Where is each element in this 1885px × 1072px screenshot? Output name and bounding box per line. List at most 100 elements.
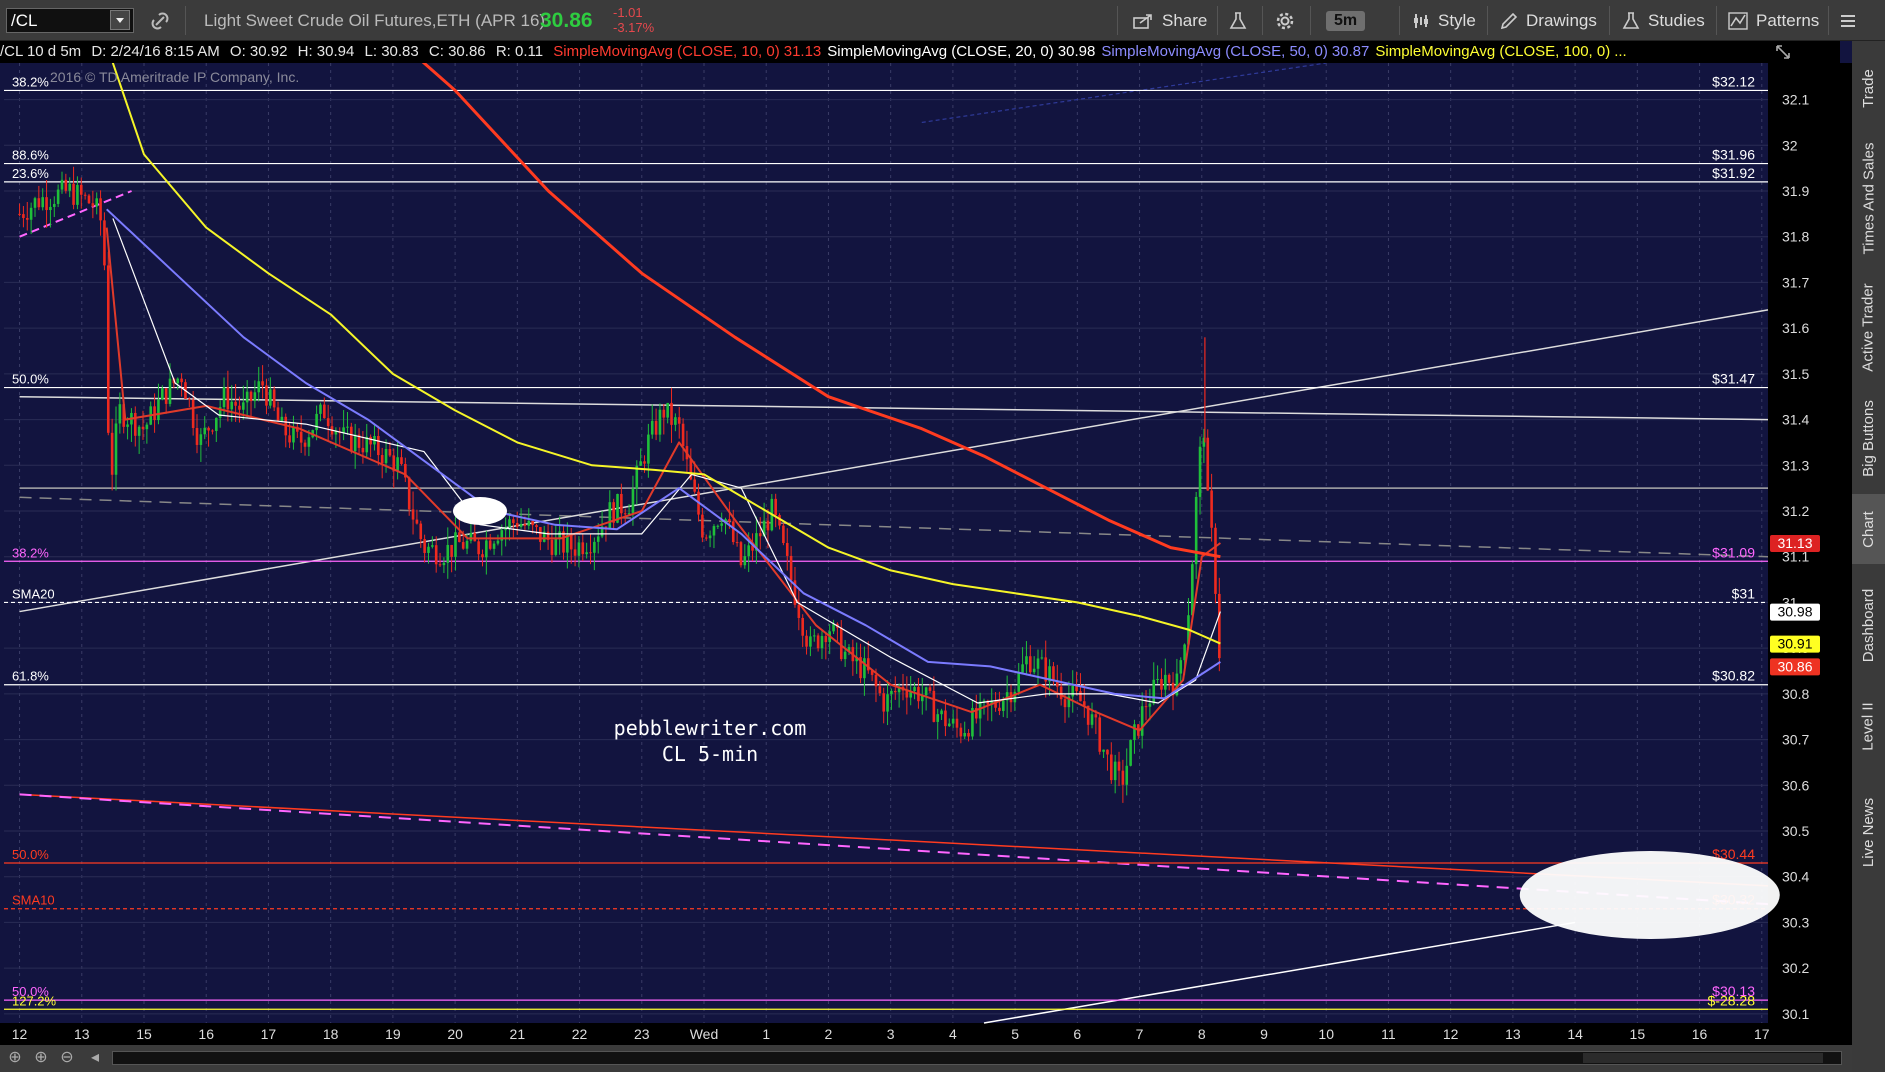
candle-body: [886, 694, 889, 712]
candle-body: [890, 690, 893, 695]
candle-body: [473, 533, 477, 542]
candle-body: [515, 523, 519, 527]
candle-body: [1156, 678, 1159, 680]
candle-body: [647, 434, 650, 464]
candle-body: [187, 398, 191, 400]
crosshair-icon[interactable]: ⊕: [6, 1049, 24, 1067]
candle-body: [1140, 706, 1144, 736]
level-label-0: 38.2%: [12, 74, 49, 89]
share-button[interactable]: Share: [1132, 0, 1207, 41]
side-tab-times-and-sales[interactable]: Times And Sales: [1852, 131, 1885, 266]
side-tab-level-ii[interactable]: Level II: [1852, 686, 1885, 766]
bar-high: H: 30.94: [297, 43, 355, 60]
candle-body: [164, 388, 168, 404]
style-button[interactable]: Style: [1412, 0, 1476, 41]
candle-body: [400, 457, 403, 464]
candle-body: [874, 674, 878, 687]
candle-body: [720, 523, 723, 526]
candle-body: [789, 555, 793, 581]
gear-icon[interactable]: [1275, 0, 1295, 41]
candle-body: [519, 523, 523, 527]
candle-body: [427, 546, 430, 553]
candle-body: [932, 690, 936, 722]
patterns-button[interactable]: Patterns: [1728, 0, 1819, 41]
candle-body: [704, 537, 708, 539]
scrollbar-thumb[interactable]: [1583, 1053, 1823, 1063]
drawings-button[interactable]: Drawings: [1500, 0, 1597, 41]
expand-icon[interactable]: [1775, 44, 1791, 65]
y-tick-label: 31.9: [1782, 183, 1809, 199]
time-scrollbar[interactable]: [112, 1051, 1842, 1065]
y-tick-label: 30.2: [1782, 960, 1809, 976]
y-tick-label: 32.1: [1782, 92, 1809, 108]
candle-body: [446, 544, 450, 563]
price-chart[interactable]: 38.2% $32.12 88.6% $31.96 23.6% $31.92 50.0% $3…: [0, 63, 1852, 1045]
candle-body: [319, 404, 322, 414]
instrument-description: Light Sweet Crude Oil Futures,ETH (APR 1…: [204, 10, 546, 30]
menu-icon[interactable]: [1840, 0, 1856, 41]
side-tab-live-news[interactable]: Live News: [1852, 772, 1885, 892]
candle-body: [141, 426, 145, 430]
candle-body: [596, 536, 600, 542]
candle-body: [951, 718, 955, 724]
studies-flask-icon: [1622, 11, 1640, 29]
candle-body: [1125, 765, 1129, 785]
candle-body: [797, 604, 801, 618]
level-price-1: $31.96: [1712, 147, 1755, 163]
candle-body: [195, 428, 199, 445]
candle-body: [226, 387, 230, 410]
zoom-out-icon[interactable]: ⊖: [58, 1049, 76, 1067]
candle-body: [739, 542, 743, 566]
candle-body: [458, 532, 461, 543]
flask-icon[interactable]: [1228, 0, 1248, 41]
candle-body: [157, 399, 160, 421]
candle-body: [1148, 703, 1152, 707]
side-tab-dashboard[interactable]: Dashboard: [1852, 570, 1885, 680]
candle-body: [1028, 656, 1032, 673]
candle-body: [554, 537, 558, 555]
candle-body: [743, 556, 747, 566]
candle-body: [41, 197, 45, 208]
candle-body: [269, 389, 272, 406]
candle-body: [37, 198, 41, 208]
candle-body: [735, 542, 739, 544]
side-tab-trade[interactable]: Trade: [1852, 51, 1885, 125]
candle-body: [1106, 749, 1109, 755]
candle-body: [1079, 691, 1082, 702]
candle-body: [812, 635, 816, 637]
bar-open: O: 30.92: [229, 43, 288, 60]
candle-body: [658, 409, 662, 435]
timeframe-button[interactable]: 5m: [1326, 0, 1366, 41]
candle-body: [454, 532, 457, 557]
candle-body: [72, 183, 75, 205]
candle-body: [423, 539, 426, 553]
candle-body: [145, 424, 149, 430]
candle-body: [558, 531, 561, 538]
candle-body: [512, 519, 515, 524]
side-tab-active-trader[interactable]: Active Trader: [1852, 272, 1885, 382]
candle-body: [893, 690, 897, 693]
highlight-ellipse-large: [1519, 851, 1780, 939]
patterns-icon: [1728, 11, 1748, 30]
study-value-3: ...: [1614, 43, 1627, 60]
candle-body: [299, 431, 303, 443]
scroll-left-icon[interactable]: ◂: [86, 1049, 104, 1067]
zoom-in-icon[interactable]: ⊕: [32, 1049, 50, 1067]
candle-body: [477, 541, 480, 555]
y-tick-label: 31.6: [1782, 320, 1809, 336]
candle-body: [701, 514, 704, 538]
symbol-dropdown[interactable]: [110, 10, 130, 30]
candle-body: [303, 442, 307, 447]
side-tab-big-buttons[interactable]: Big Buttons: [1852, 388, 1885, 488]
side-tab-chart[interactable]: Chart: [1852, 494, 1885, 564]
side-tab-label: Trade: [1860, 68, 1878, 108]
candle-body: [326, 418, 330, 427]
link-icon[interactable]: [150, 0, 170, 41]
candle-body: [539, 527, 542, 542]
candle-body: [1210, 490, 1213, 528]
candle-body: [461, 542, 465, 549]
x-tick-label: 12: [12, 1026, 28, 1042]
watermark-caption: CL 5-min: [661, 742, 759, 766]
watermark-site: pebblewriter.com: [613, 716, 807, 740]
studies-button[interactable]: Studies: [1622, 0, 1705, 41]
